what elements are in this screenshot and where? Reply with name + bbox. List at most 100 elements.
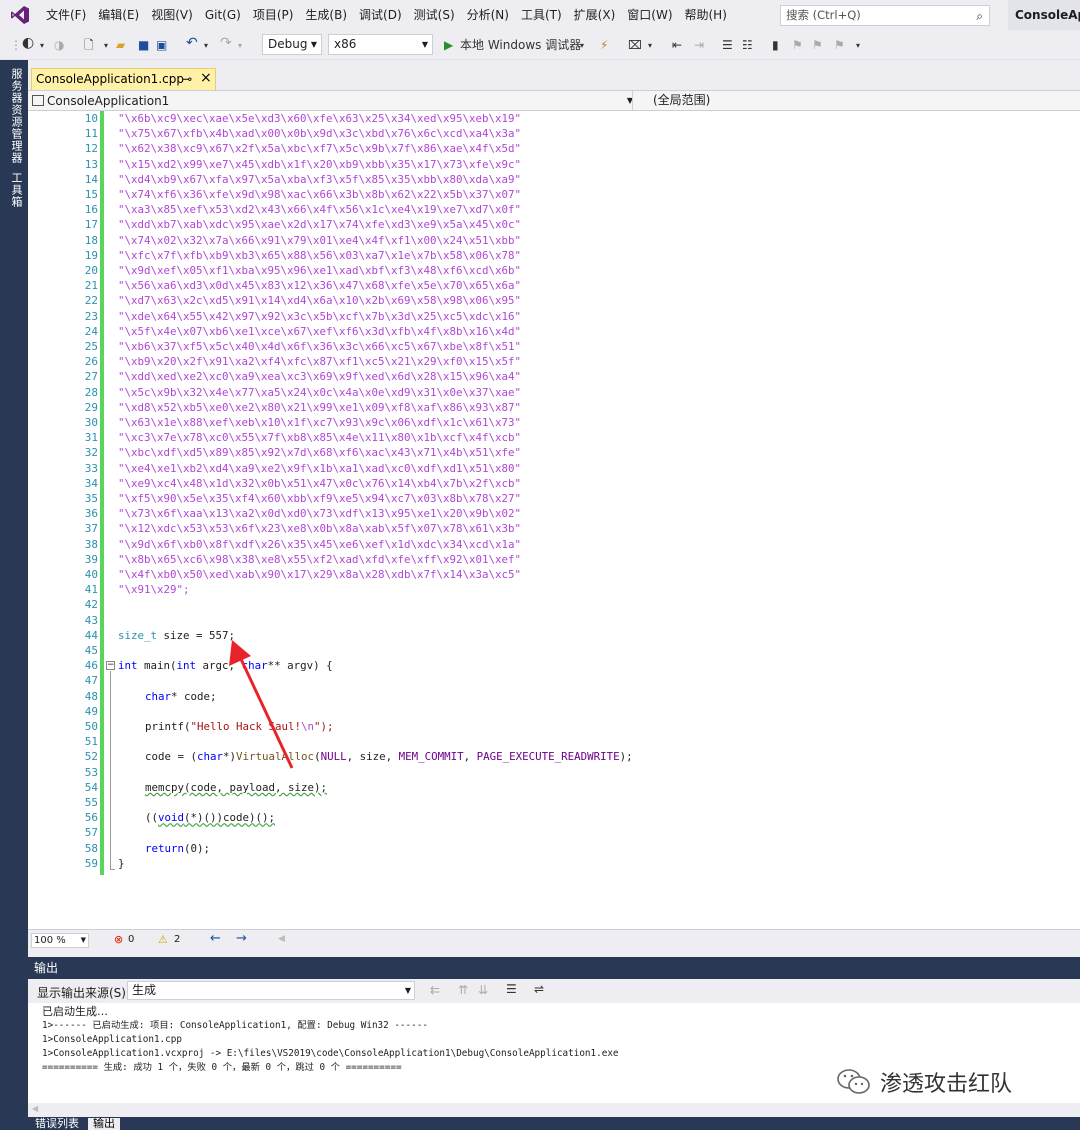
undo-icon[interactable]: ↶ — [186, 36, 198, 51]
code-line[interactable]: "\xa3\x85\xef\x53\xd2\x43\x66\x4f\x56\x1… — [118, 202, 521, 217]
clear-bookmarks-icon[interactable]: ⚑ — [834, 38, 845, 53]
search-box[interactable]: 搜索 (Ctrl+Q) ⌕ — [780, 5, 990, 26]
uncomment-icon[interactable]: ☷ — [742, 38, 753, 53]
menu-edit[interactable]: 编辑(E) — [92, 0, 145, 30]
code-line[interactable]: "\x91\x29"; — [118, 582, 190, 597]
code-line[interactable]: "\x5c\x9b\x32\x4e\x77\xa5\x24\x0c\x4a\x0… — [118, 385, 521, 400]
code-line[interactable]: "\xbc\xdf\xd5\x89\x85\x92\x7d\x68\xf6\xa… — [118, 445, 521, 460]
step-icon[interactable]: ⇤ — [672, 38, 682, 53]
toolbar-overflow-icon[interactable]: ▾ — [856, 38, 860, 53]
prev-bookmark-icon[interactable]: ⚑ — [792, 38, 803, 53]
visual-studio-logo-icon[interactable] — [0, 0, 40, 30]
zoom-select[interactable]: 100 % ▼ — [31, 933, 89, 948]
new-project-icon[interactable]: 🗋 — [84, 38, 94, 53]
menu-extensions[interactable]: 扩展(X) — [568, 0, 622, 30]
save-all-icon[interactable]: ▣ — [156, 38, 167, 53]
menu-tools[interactable]: 工具(T) — [515, 0, 568, 30]
back-icon[interactable]: ◐ — [22, 36, 34, 51]
code-line[interactable]: char* code; — [145, 689, 217, 704]
code-line[interactable]: "\x6b\xc9\xec\xae\x5e\xd3\x60\xfe\x63\x2… — [118, 111, 521, 126]
code-line[interactable]: printf("Hello Hack Saul!\n"); — [145, 719, 334, 734]
code-line[interactable]: "\x56\xa6\xd3\x0d\x45\x83\x12\x36\x47\x6… — [118, 278, 521, 293]
toolbox-tab[interactable]: 工具箱 — [4, 172, 24, 208]
step-out-icon[interactable]: ⇥ — [694, 38, 704, 53]
warning-icon[interactable]: ⚠ — [158, 933, 168, 946]
menu-project[interactable]: 项目(P) — [247, 0, 300, 30]
scope-dropdown[interactable]: (全局范围) — [632, 91, 1072, 110]
code-line[interactable]: } — [118, 856, 125, 871]
code-line[interactable]: "\x73\x6f\xaa\x13\xa2\x0d\xd0\x73\xdf\x1… — [118, 506, 521, 521]
code-line[interactable]: "\xe4\xe1\xb2\xd4\xa9\xe2\x9f\x1b\xa1\xa… — [118, 461, 521, 476]
menu-analyze[interactable]: 分析(N) — [461, 0, 515, 30]
clear-all-icon[interactable]: ☰ — [506, 982, 517, 996]
redo-dropdown-icon[interactable]: ▾ — [238, 38, 242, 53]
output-source-select[interactable]: 生成 ▼ — [127, 981, 415, 1000]
platform-select[interactable]: x86 ▼ — [328, 34, 433, 55]
start-debug-icon[interactable]: ▶ — [444, 38, 453, 53]
open-folder-icon[interactable]: ▰ — [116, 38, 125, 53]
code-line[interactable]: "\x62\x38\xc9\x67\x2f\x5a\xbc\xf7\x5c\x9… — [118, 141, 521, 156]
code-line[interactable]: "\x15\xd2\x99\xe7\x45\xdb\x1f\x20\xb9\xb… — [118, 157, 521, 172]
code-line[interactable]: "\xde\x64\x55\x42\x97\x92\x3c\x5b\xcf\x7… — [118, 309, 521, 324]
forward-icon[interactable]: ◑ — [54, 38, 64, 53]
output-hscrollbar[interactable]: ◀ — [28, 1103, 1080, 1117]
collapse-main-icon[interactable]: − — [106, 661, 115, 670]
close-icon[interactable]: × — [200, 68, 212, 88]
code-line[interactable]: "\xdd\xb7\xab\xdc\x95\xae\x2d\x17\x74\xf… — [118, 217, 521, 232]
bookmark-icon[interactable]: ▮ — [772, 38, 779, 53]
save-icon[interactable]: ■ — [138, 38, 149, 53]
new-dropdown-icon[interactable]: ▾ — [104, 38, 108, 53]
menu-help[interactable]: 帮助(H) — [679, 0, 733, 30]
browse-icon[interactable]: ⌧ — [628, 38, 642, 53]
scroll-left-icon[interactable]: ◀ — [32, 1104, 38, 1113]
previous-issue-icon[interactable]: ← — [210, 931, 221, 946]
word-wrap-icon[interactable]: ⇌ — [534, 982, 544, 996]
start-debug-label[interactable]: 本地 Windows 调试器 — [460, 38, 581, 53]
comment-icon[interactable]: ☰ — [722, 38, 733, 53]
code-line[interactable]: ((void(*)())code)(); — [145, 810, 275, 825]
code-line[interactable]: "\xb9\x20\x2f\x91\xa2\xf4\xfc\x87\xf1\xc… — [118, 354, 521, 369]
redo-icon[interactable]: ↷ — [220, 36, 232, 51]
code-line[interactable]: "\xc3\x7e\x78\xc0\x55\x7f\xb8\x85\x4e\x1… — [118, 430, 521, 445]
menu-window[interactable]: 窗口(W) — [621, 0, 678, 30]
code-line[interactable]: "\xd8\x52\xb5\xe0\xe2\x80\x21\x99\xe1\x0… — [118, 400, 521, 415]
code-line[interactable]: "\x8b\x65\xc6\x98\x38\xe8\x55\xf2\xad\xf… — [118, 552, 521, 567]
project-dropdown[interactable]: ConsoleApplication1 ▼ — [32, 92, 633, 110]
code-line[interactable]: "\x5f\x4e\x07\xb6\xe1\xce\x67\xef\xf6\x3… — [118, 324, 521, 339]
code-line[interactable]: "\x12\xdc\x53\x53\x6f\x23\xe8\x0b\x8a\xa… — [118, 521, 521, 536]
code-line[interactable]: "\xfc\x7f\xfb\xb9\xb3\x65\x88\x56\x03\xa… — [118, 248, 521, 263]
code-line[interactable]: "\xf5\x90\x5e\x35\xf4\x60\xbb\xf9\xe5\x9… — [118, 491, 521, 506]
code-line[interactable]: memcpy(code, payload, size); — [145, 780, 327, 795]
code-line[interactable]: "\x74\xf6\x36\xfe\x9d\x98\xac\x66\x3b\x8… — [118, 187, 521, 202]
find-message-icon[interactable]: ⇇ — [430, 983, 440, 997]
code-line[interactable]: "\xb6\x37\xf5\x5c\x40\x4d\x6f\x36\x3c\x6… — [118, 339, 521, 354]
code-line[interactable]: int main(int argc, char** argv) { — [118, 658, 333, 673]
menu-build[interactable]: 生成(B) — [299, 0, 353, 30]
tab-consoleapplication1-cpp[interactable]: ConsoleApplication1.cpp ⊸ × — [31, 68, 216, 90]
code-line[interactable]: "\xd4\xb9\x67\xfa\x97\x5a\xba\xf3\x5f\x8… — [118, 172, 521, 187]
tab-output[interactable]: 输出 — [88, 1118, 120, 1130]
menu-file[interactable]: 文件(F) — [40, 0, 92, 30]
code-line[interactable]: "\xd7\x63\x2c\xd5\x91\x14\xd4\x6a\x10\x2… — [118, 293, 521, 308]
code-line[interactable]: "\xdd\xed\xe2\xc0\xa9\xea\xc3\x69\x9f\xe… — [118, 369, 521, 384]
undo-dropdown-icon[interactable]: ▾ — [204, 38, 208, 53]
error-icon[interactable]: ⊗ — [114, 933, 123, 946]
solution-config-select[interactable]: Debug ▼ — [262, 34, 322, 55]
output-text-area[interactable]: 已启动生成… 1>------ 已启动生成: 项目: ConsoleApplic… — [28, 1003, 1080, 1117]
code-line[interactable]: "\x4f\xb0\x50\xed\xab\x90\x17\x29\x8a\x2… — [118, 567, 521, 582]
prev-message-icon[interactable]: ⇈ — [458, 983, 468, 997]
code-line[interactable]: "\x74\x02\x32\x7a\x66\x91\x79\x01\xe4\x4… — [118, 233, 521, 248]
code-line[interactable]: return(0); — [145, 841, 210, 856]
tab-error-list[interactable]: 错误列表 — [30, 1118, 84, 1130]
code-line[interactable]: "\x75\x67\xfb\x4b\xad\x00\x0b\x9d\x3c\xb… — [118, 126, 521, 141]
code-line[interactable]: size_t size = 557; — [118, 628, 235, 643]
next-message-icon[interactable]: ⇊ — [478, 983, 488, 997]
code-line[interactable]: "\x63\x1e\x88\xef\xeb\x10\x1f\xc7\x93\x9… — [118, 415, 521, 430]
code-line[interactable]: "\x9d\xef\x05\xf1\xba\x95\x96\xe1\xad\xb… — [118, 263, 521, 278]
menu-view[interactable]: 视图(V) — [145, 0, 199, 30]
code-line[interactable]: "\xe9\xc4\x48\x1d\x32\x0b\x51\x47\x0c\x7… — [118, 476, 521, 491]
debug-target-dropdown-icon[interactable]: ▾ — [580, 38, 584, 53]
server-explorer-tab[interactable]: 服务器资源管理器 — [4, 68, 24, 164]
next-bookmark-icon[interactable]: ⚑ — [812, 38, 823, 53]
pin-icon[interactable]: ⊸ — [182, 69, 192, 89]
